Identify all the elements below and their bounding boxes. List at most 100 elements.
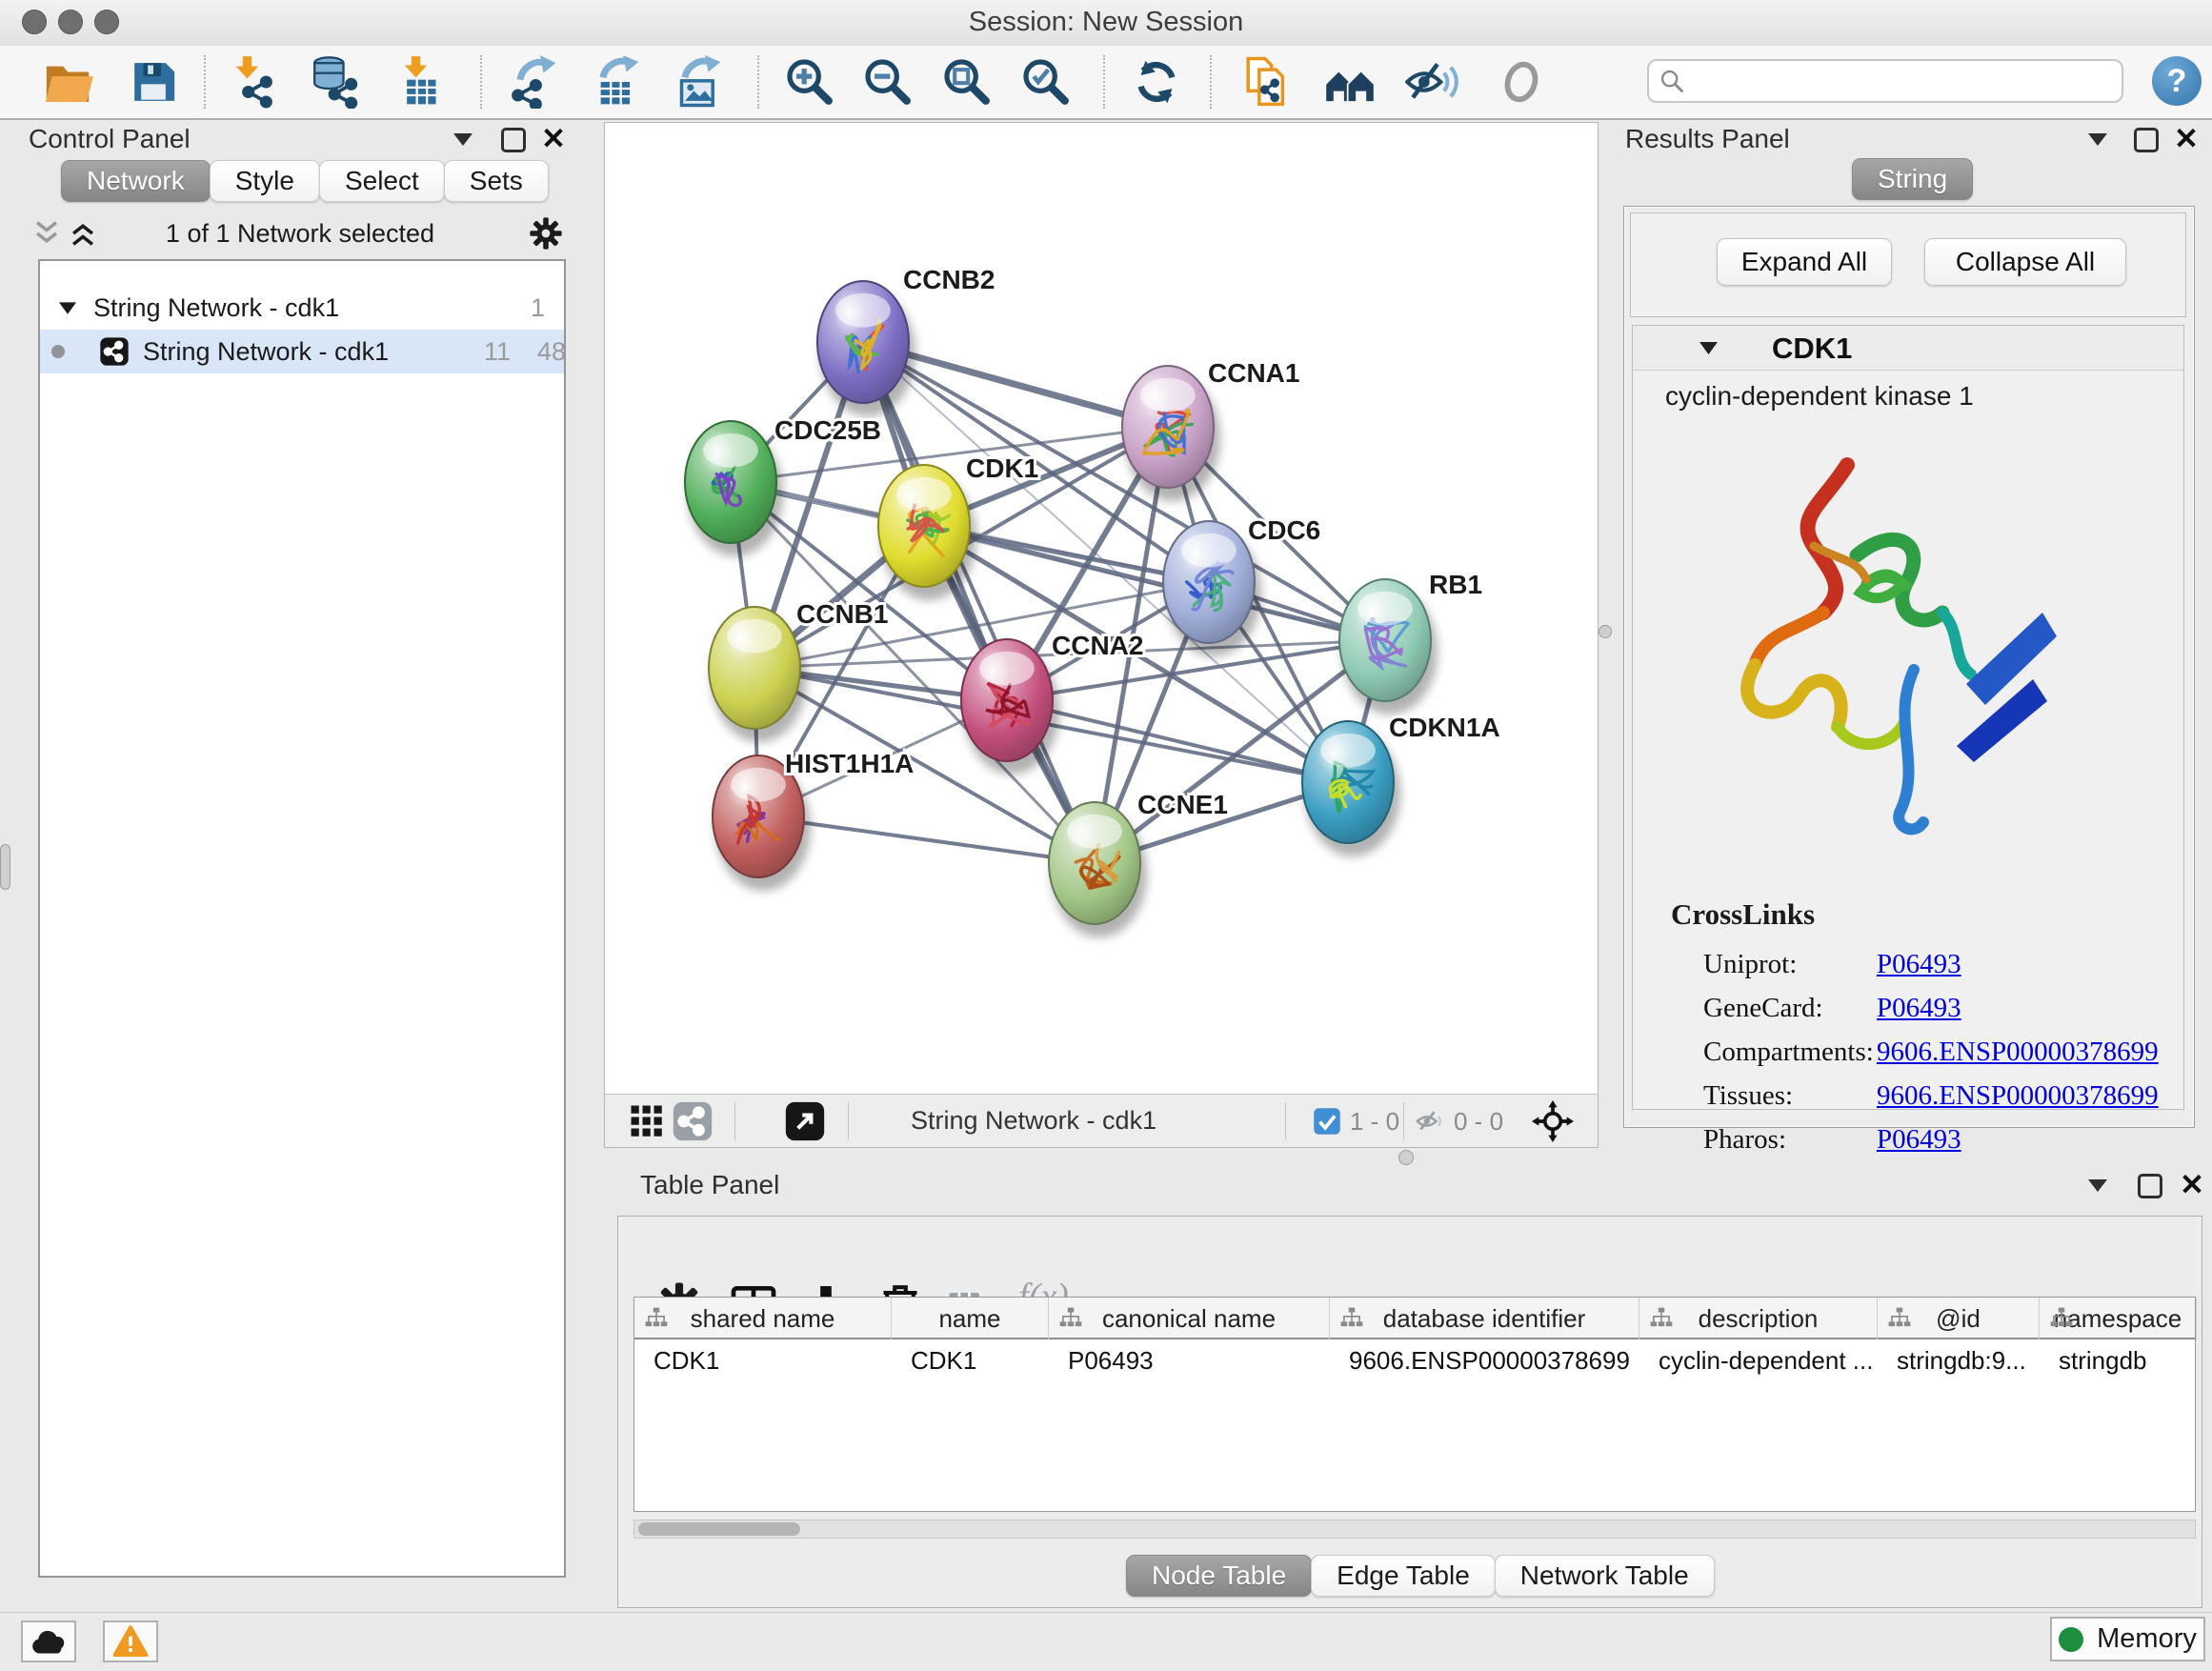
tab-sets[interactable]: Sets [444,160,549,202]
network-node-CDKN1A[interactable] [1302,721,1400,856]
close-panel-icon[interactable]: ✕ [2174,124,2199,153]
zoom-out-icon[interactable] [861,55,915,109]
crosslink-value[interactable]: P06493 [1877,1124,1961,1156]
hide-results-eye-icon[interactable] [1405,55,1458,109]
show-results-eye-icon[interactable] [1495,55,1548,109]
column-header-database-identifier[interactable]: database identifier [1330,1298,1639,1339]
expand-all-button[interactable]: Expand All [1717,238,1892,286]
table-data-row[interactable]: CDK1CDK1P064939606.ENSP00000378699cyclin… [634,1339,2195,1381]
warnings-button[interactable] [103,1621,158,1662]
scrollbar-thumb[interactable] [638,1522,800,1536]
import-network-file-icon[interactable] [224,55,277,109]
import-network-database-icon[interactable] [307,55,360,109]
cloud-services-button[interactable] [21,1621,76,1662]
column-label: description [1699,1304,1819,1334]
column-header-name[interactable]: name [892,1298,1049,1339]
application-window: Session: New Session [0,0,2212,1671]
table-tabs: Node TableEdge TableNetwork Table [1126,1555,1714,1597]
close-panel-icon[interactable]: ✕ [541,124,566,153]
horizontal-splitter-handle[interactable] [1398,1150,1414,1165]
network-node-CDC6[interactable] [1163,521,1261,656]
tab-edge-table[interactable]: Edge Table [1311,1555,1496,1597]
horizontal-scrollbar[interactable] [633,1520,2196,1539]
network-node-CCNB2[interactable] [817,281,915,416]
search-box[interactable] [1647,59,2123,103]
network-node-RB1[interactable] [1339,579,1438,715]
node-table-grid[interactable]: shared namenamecanonical namedatabase id… [633,1297,2196,1512]
zoom-fit-icon[interactable] [940,55,994,109]
network-selection-status: 1 of 1 Network selected [8,219,593,249]
center-view-crosshair-icon[interactable] [1532,1100,1574,1147]
export-image-icon[interactable] [672,55,725,109]
table-cell[interactable]: cyclin-dependent ... [1639,1339,1878,1381]
table-cell[interactable]: 9606.ENSP00000378699 [1330,1339,1639,1381]
tab-string[interactable]: String [1852,158,1973,200]
open-session-icon[interactable] [41,55,94,109]
string-home-icon[interactable] [1323,55,1377,109]
tab-select[interactable]: Select [319,160,445,202]
section-collapse-icon[interactable] [1699,342,1718,354]
node-label-CCNE1: CCNE1 [1137,790,1228,819]
help-button[interactable]: ? [2152,56,2202,106]
network-node-CCNA2[interactable] [961,639,1059,775]
table-cell[interactable]: CDK1 [634,1339,892,1381]
node-label-CCNB1: CCNB1 [796,599,888,629]
birds-eye-grid-icon[interactable] [630,1104,664,1143]
save-session-icon[interactable] [127,55,180,109]
crosslink-value[interactable]: 9606.ENSP00000378699 [1877,1037,2159,1068]
toolbar-separator [204,55,206,109]
update-network-icon[interactable] [1130,55,1183,109]
open-in-window-icon[interactable] [784,1100,826,1142]
node-label-CDC6: CDC6 [1248,515,1320,545]
crosslink-value[interactable]: P06493 [1877,993,1961,1024]
network-row-selected[interactable]: String Network - cdk1 11 48 [40,330,564,373]
panel-menu-icon[interactable] [453,133,473,146]
search-input[interactable] [1685,62,2122,100]
table-cell[interactable]: P06493 [1049,1339,1330,1381]
collapse-all-button[interactable]: Collapse All [1924,238,2126,286]
crosslink-value[interactable]: P06493 [1877,949,1961,980]
tree-expand-icon[interactable] [59,302,76,314]
left-edge-splitter-handle[interactable] [0,844,10,890]
table-cell[interactable]: CDK1 [892,1339,1049,1381]
panel-menu-icon[interactable] [2088,1179,2107,1192]
column-header-id[interactable]: @id [1878,1298,2040,1339]
zoom-in-icon[interactable] [783,55,836,109]
panel-menu-icon[interactable] [2088,133,2107,146]
column-header-namespace[interactable]: namespace [2040,1298,2197,1339]
memory-button[interactable]: Memory [2050,1617,2205,1661]
import-table-icon[interactable] [392,55,446,109]
export-table-icon[interactable] [590,55,643,109]
crosslinks-title: CrossLinks [1671,897,1815,932]
network-collection-row[interactable]: String Network - cdk1 1 [40,286,564,330]
column-header-canonical-name[interactable]: canonical name [1049,1298,1330,1339]
float-panel-icon[interactable] [2138,1174,2162,1198]
network-list: String Network - cdk1 1 String Network -… [38,259,566,1578]
network-node-CCNE1[interactable] [1049,802,1147,937]
float-panel-icon[interactable] [2134,128,2159,152]
vertical-splitter-handle[interactable] [1599,625,1612,638]
column-header-description[interactable]: description [1639,1298,1878,1339]
tab-network[interactable]: Network [61,160,211,202]
export-network-icon[interactable] [507,55,560,109]
float-panel-icon[interactable] [501,128,526,152]
network-canvas[interactable]: CCNB2CCNA1CDC25BCDK1CDC6RB1CCNB1CCNA2CDK… [605,123,1598,1094]
column-header-shared-name[interactable]: shared name [634,1298,892,1339]
tab-style[interactable]: Style [210,160,320,202]
tab-network-table[interactable]: Network Table [1495,1555,1715,1597]
string-badge-icon[interactable] [672,1100,714,1142]
zoom-selected-icon[interactable] [1019,55,1073,109]
memory-label: Memory [2097,1623,2197,1655]
network-options-gear-icon[interactable] [528,215,564,256]
close-panel-icon[interactable]: ✕ [2180,1170,2204,1199]
tab-node-table[interactable]: Node Table [1126,1555,1312,1597]
selected-checkbox-icon[interactable] [1313,1107,1341,1140]
clone-network-icon[interactable] [1240,55,1294,109]
table-cell[interactable]: stringdb:9... [1878,1339,2040,1381]
crosslink-value[interactable]: 9606.ENSP00000378699 [1877,1080,2159,1112]
table-cell[interactable]: stringdb [2040,1339,2197,1381]
node-label-CCNA1: CCNA1 [1208,358,1299,388]
network-node-CCNB1[interactable] [709,607,807,742]
hidden-eye-icon[interactable] [1415,1105,1447,1142]
collection-name: String Network - cdk1 [93,293,339,323]
